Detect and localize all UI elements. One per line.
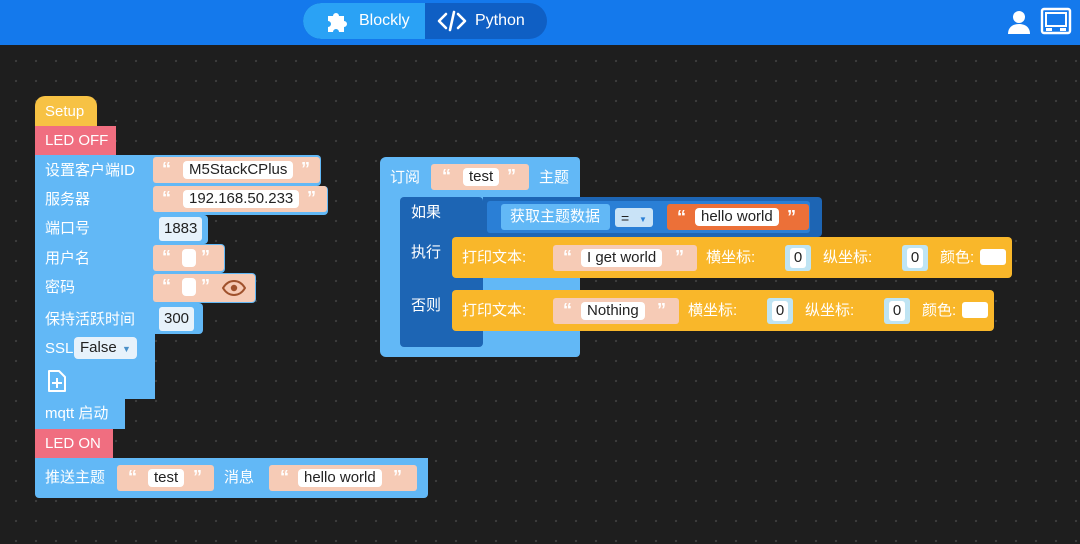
python-mode-label: Python	[475, 12, 525, 29]
client-id-field[interactable]: “ M5StackCPlus ”	[153, 157, 320, 183]
print-then-y-label: 纵坐标:	[823, 249, 873, 266]
add-item-icon[interactable]	[46, 369, 68, 393]
print-else-text-field[interactable]: “ Nothing ”	[553, 298, 679, 324]
user-label: 用户名	[45, 250, 91, 267]
server-field[interactable]: “ 192.168.50.233 ”	[153, 186, 327, 212]
led-on-label: LED ON	[45, 435, 101, 452]
python-mode-button[interactable]: Python	[427, 3, 547, 39]
print-then-text-field[interactable]: “ I get world ”	[553, 245, 697, 271]
print-then-block[interactable]: 打印文本: 横坐标: 纵坐标: 颜色:	[452, 237, 1012, 278]
subscribe-topic-value[interactable]: test	[463, 168, 500, 186]
message-label: 消息	[224, 469, 255, 486]
port-value[interactable]: 1883	[159, 217, 203, 241]
ssl-dropdown[interactable]: False ▼	[74, 337, 137, 359]
subscribe-topic-label: 主题	[539, 169, 570, 186]
port-label: 端口号	[45, 220, 91, 237]
publish-topic-field[interactable]: “ test ”	[117, 465, 214, 491]
chevron-down-icon: ▼	[122, 344, 131, 354]
user-field[interactable]: “ ”	[153, 245, 224, 271]
else-label: 否则	[411, 297, 442, 314]
print-else-color-label: 颜色:	[922, 302, 957, 319]
ssl-label: SSL	[45, 340, 74, 357]
device-icon[interactable]	[1040, 7, 1072, 37]
print-then-x-field[interactable]: 0	[785, 245, 811, 271]
ssl-value: False	[80, 339, 117, 356]
led-off-block[interactable]: LED OFF	[35, 126, 116, 155]
print-then-color-swatch[interactable]	[980, 249, 1006, 265]
print-then-y-value[interactable]: 0	[907, 248, 923, 268]
blockly-mode-label: Blockly	[359, 12, 410, 29]
keepalive-value[interactable]: 300	[159, 307, 195, 331]
print-else-color-swatch[interactable]	[962, 302, 988, 318]
led-off-label: LED OFF	[45, 132, 109, 149]
user-value[interactable]	[182, 249, 196, 267]
password-value[interactable]	[182, 278, 196, 296]
client-id-value[interactable]: M5StackCPlus	[183, 161, 294, 179]
then-label: 执行	[411, 244, 442, 261]
publish-topic-value[interactable]: test	[148, 469, 185, 487]
get-topic-data-label: 获取主题数据	[510, 208, 601, 225]
print-else-y-value[interactable]: 0	[889, 301, 905, 321]
mqtt-start-block[interactable]: mqtt 启动	[35, 399, 125, 429]
compare-string-block[interactable]: “ hello world ”	[667, 204, 809, 230]
code-icon	[437, 10, 467, 32]
setup-label: Setup	[45, 103, 85, 120]
publish-message-field[interactable]: “ hello world ”	[269, 465, 417, 491]
print-then-x-value[interactable]: 0	[790, 248, 806, 268]
print-then-color-label: 颜色:	[940, 249, 975, 266]
publish-label: 推送主题	[45, 469, 106, 486]
blockly-mode-button[interactable]: Blockly	[303, 3, 425, 39]
print-else-block[interactable]: 打印文本: 横坐标: 纵坐标: 颜色:	[452, 290, 994, 331]
user-icon[interactable]	[1006, 9, 1032, 35]
client-id-label: 设置客户端ID	[45, 162, 136, 179]
get-topic-data-block[interactable]: 获取主题数据	[501, 204, 610, 230]
server-value[interactable]: 192.168.50.233	[183, 190, 300, 208]
chevron-down-icon: ▼	[639, 215, 647, 224]
print-else-text-value[interactable]: Nothing	[581, 302, 645, 320]
publish-message-value[interactable]: hello world	[298, 469, 382, 487]
print-else-x-value[interactable]: 0	[772, 301, 788, 321]
mode-switch: Blockly Python	[303, 3, 547, 39]
print-else-x-label: 横坐标:	[688, 302, 738, 319]
operator-value: =	[621, 210, 630, 226]
setup-block[interactable]: Setup	[35, 96, 97, 126]
server-label: 服务器	[45, 191, 91, 208]
led-on-block[interactable]: LED ON	[35, 429, 113, 458]
if-label: 如果	[411, 204, 442, 221]
print-else-y-label: 纵坐标:	[805, 302, 855, 319]
print-then-text-value[interactable]: I get world	[581, 249, 663, 267]
print-else-y-field[interactable]: 0	[884, 298, 910, 324]
keepalive-label: 保持活跃时间	[45, 311, 136, 328]
print-then-label: 打印文本:	[462, 249, 527, 266]
top-bar: Blockly Python	[0, 0, 1080, 45]
puzzle-icon	[328, 13, 347, 32]
print-then-y-field[interactable]: 0	[902, 245, 928, 271]
eye-icon[interactable]	[222, 280, 246, 296]
print-then-x-label: 横坐标:	[706, 249, 756, 266]
compare-value[interactable]: hello world	[695, 208, 779, 226]
print-else-label: 打印文本:	[462, 302, 527, 319]
operator-dropdown[interactable]: = ▼	[615, 208, 653, 227]
mqtt-start-label: mqtt 启动	[45, 405, 109, 422]
password-label: 密码	[45, 279, 76, 296]
print-else-x-field[interactable]: 0	[767, 298, 793, 324]
subscribe-label: 订阅	[390, 169, 421, 186]
subscribe-topic-field[interactable]: “ test ”	[431, 164, 529, 190]
